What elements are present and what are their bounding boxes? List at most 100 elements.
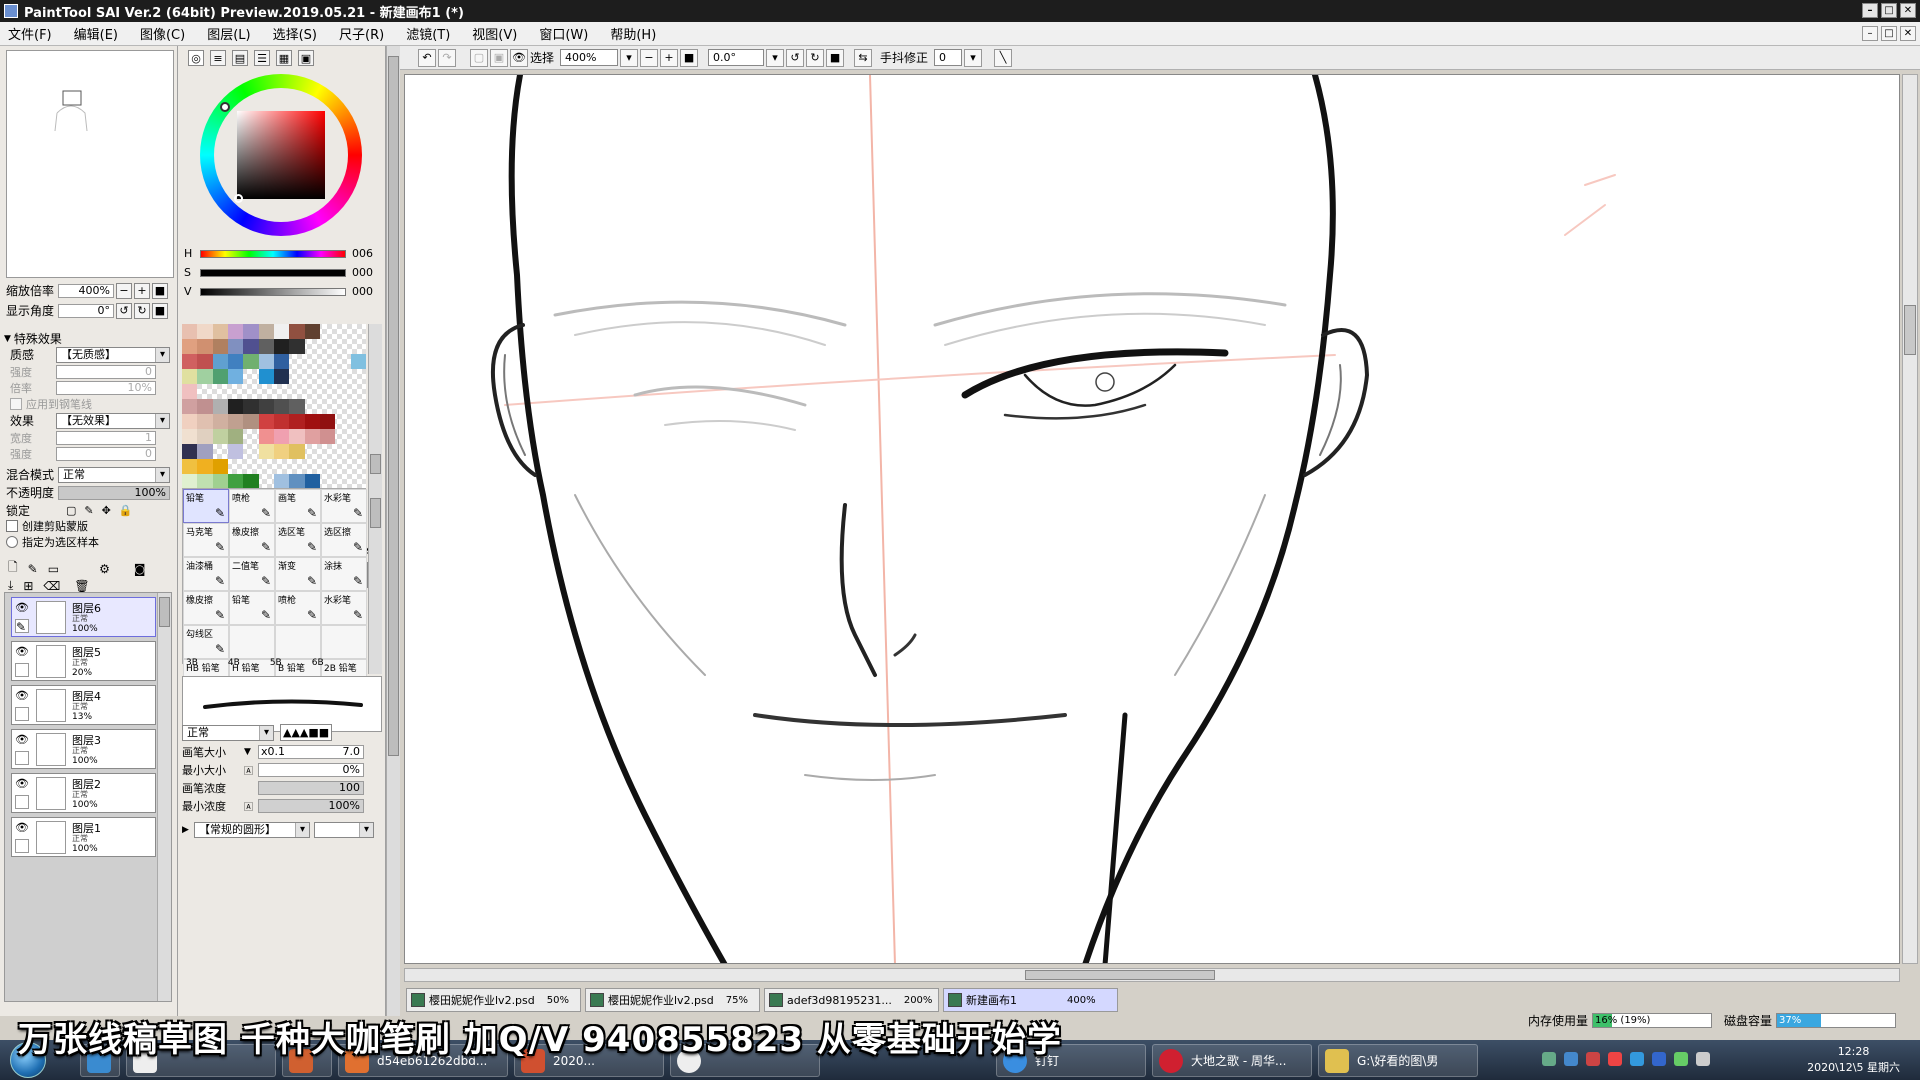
zoom-in-button[interactable]: +	[134, 282, 150, 299]
color-swatch[interactable]	[259, 459, 274, 474]
color-swatch[interactable]	[212, 459, 228, 474]
color-swatch[interactable]	[351, 444, 366, 459]
color-swatch[interactable]	[258, 399, 274, 414]
color-swatch[interactable]	[243, 414, 259, 429]
color-swatch[interactable]	[227, 324, 244, 339]
lock-transparency-icon[interactable]: ▢	[66, 504, 76, 517]
color-swatch[interactable]	[335, 369, 350, 384]
color-swatch[interactable]	[351, 414, 366, 429]
color-swatch[interactable]	[197, 399, 213, 414]
document-tab[interactable]: adef3d98195231... 200%	[764, 988, 939, 1012]
color-swatch[interactable]	[227, 354, 244, 369]
color-swatch[interactable]	[228, 459, 243, 474]
color-swatch[interactable]	[304, 324, 320, 339]
color-swatch[interactable]	[273, 399, 290, 414]
brush-scrollbar[interactable]	[368, 488, 382, 674]
zoom-out-button[interactable]: −	[116, 282, 132, 299]
color-swatch[interactable]	[320, 354, 335, 369]
color-swatch[interactable]	[243, 399, 259, 414]
size-dropdown-icon[interactable]: ▼	[244, 747, 258, 757]
color-swatch[interactable]	[335, 354, 350, 369]
color-swatch[interactable]	[273, 474, 290, 489]
color-swatch[interactable]	[182, 444, 198, 459]
volume-icon[interactable]	[1696, 1052, 1710, 1066]
color-swatch[interactable]	[320, 444, 335, 459]
layer-link-box[interactable]: ✎	[15, 619, 29, 634]
rotate-left-button[interactable]: ↺	[116, 302, 132, 319]
color-swatch[interactable]	[273, 429, 290, 444]
visibility-eye-icon[interactable]: 👁	[14, 689, 30, 703]
angle-dropdown-icon[interactable]: ▾	[766, 48, 785, 67]
layer-item[interactable]: 👁 ✎ 图层6 正常 100%	[11, 597, 156, 637]
visibility-eye-icon[interactable]: 👁	[14, 601, 30, 615]
visibility-eye-icon[interactable]: 👁	[14, 645, 30, 659]
color-swatch[interactable]	[182, 399, 198, 414]
color-swatch[interactable]	[227, 429, 244, 444]
color-swatch[interactable]	[351, 429, 366, 444]
effect-dropdown[interactable]: 【无效果】	[56, 412, 170, 429]
color-swatch[interactable]	[258, 324, 274, 339]
color-swatch[interactable]	[182, 339, 198, 354]
color-swatch[interactable]	[273, 354, 290, 369]
expand-icon[interactable]: ▶	[182, 825, 194, 835]
color-swatch[interactable]	[273, 339, 290, 354]
brush-slot[interactable]: 马克笔 ✎	[183, 523, 229, 557]
tray-icon[interactable]	[1608, 1052, 1622, 1066]
taskbar-item-music[interactable]: 大地之歌 - 周华...	[1152, 1044, 1312, 1077]
mixer-tab[interactable]: ☰	[254, 50, 270, 66]
color-swatch[interactable]	[351, 459, 366, 474]
blend-dropdown[interactable]: 正常	[58, 466, 170, 483]
color-swatch[interactable]	[227, 339, 244, 354]
layer-scrollbar[interactable]	[157, 593, 171, 1001]
brush-slot[interactable]: 水彩笔 ✎	[321, 489, 367, 523]
effects-header[interactable]: ▼ 特殊效果	[4, 330, 62, 347]
color-swatch[interactable]	[335, 429, 350, 444]
tray-icon[interactable]	[1652, 1052, 1666, 1066]
doc-minimize-button[interactable]: –	[1862, 26, 1878, 41]
color-swatch[interactable]	[228, 384, 243, 399]
sample-checkbox[interactable]	[6, 536, 18, 548]
color-swatch[interactable]	[197, 324, 213, 339]
color-swatch[interactable]	[289, 414, 305, 429]
visibility-eye-icon[interactable]: 👁	[14, 821, 30, 835]
close-button[interactable]: ✕	[1900, 3, 1916, 18]
saturation-value-square[interactable]	[237, 111, 325, 199]
color-swatch[interactable]	[289, 459, 304, 474]
brush-size-slider[interactable]: x0.1 7.0	[258, 745, 364, 759]
color-swatch[interactable]	[273, 414, 290, 429]
layer-fx-icon[interactable]: ◙	[134, 562, 146, 576]
color-swatch[interactable]	[197, 474, 213, 489]
color-swatch[interactable]	[213, 444, 228, 459]
saturation-slider[interactable]	[200, 269, 346, 277]
brush-slot[interactable]: 渐变 ✎	[275, 557, 321, 591]
navigator-preview[interactable]	[6, 50, 174, 278]
show-selection-icon[interactable]: 👁	[510, 48, 528, 67]
layer-link-box[interactable]	[15, 839, 29, 853]
brush-slot[interactable]	[275, 625, 321, 659]
color-swatch[interactable]	[258, 369, 274, 384]
layer-mask-icon[interactable]: ⚙	[99, 562, 110, 576]
stabilizer-input[interactable]: 0	[934, 49, 963, 66]
color-swatch[interactable]	[227, 444, 244, 459]
scratchpad-tab[interactable]: ▣	[298, 50, 314, 66]
color-swatch[interactable]	[197, 429, 213, 444]
canvas-zoom-out-icon[interactable]: −	[640, 48, 659, 67]
color-swatch[interactable]	[289, 399, 305, 414]
doc-close-button[interactable]: ✕	[1900, 26, 1916, 41]
color-swatch[interactable]	[304, 414, 320, 429]
color-swatch[interactable]	[351, 369, 366, 384]
color-swatch[interactable]	[243, 339, 259, 354]
brush-slot[interactable]: 涂抹 ✎	[321, 557, 367, 591]
color-swatch[interactable]	[258, 429, 274, 444]
color-swatch[interactable]	[289, 429, 305, 444]
color-swatch[interactable]	[243, 429, 258, 444]
brush-slot[interactable]: 橡皮擦 ✎	[229, 523, 275, 557]
menu-ruler[interactable]: 尺子(R)	[339, 24, 384, 43]
color-swatch[interactable]	[197, 369, 213, 384]
color-swatch[interactable]	[258, 414, 274, 429]
brush-slot[interactable]: 画笔 ✎	[275, 489, 321, 523]
zoom-dropdown-icon[interactable]: ▾	[620, 48, 639, 67]
color-swatch[interactable]	[335, 339, 350, 354]
pressure-size-icon[interactable]: 🄰	[244, 764, 258, 777]
menu-edit[interactable]: 编辑(E)	[74, 24, 118, 43]
